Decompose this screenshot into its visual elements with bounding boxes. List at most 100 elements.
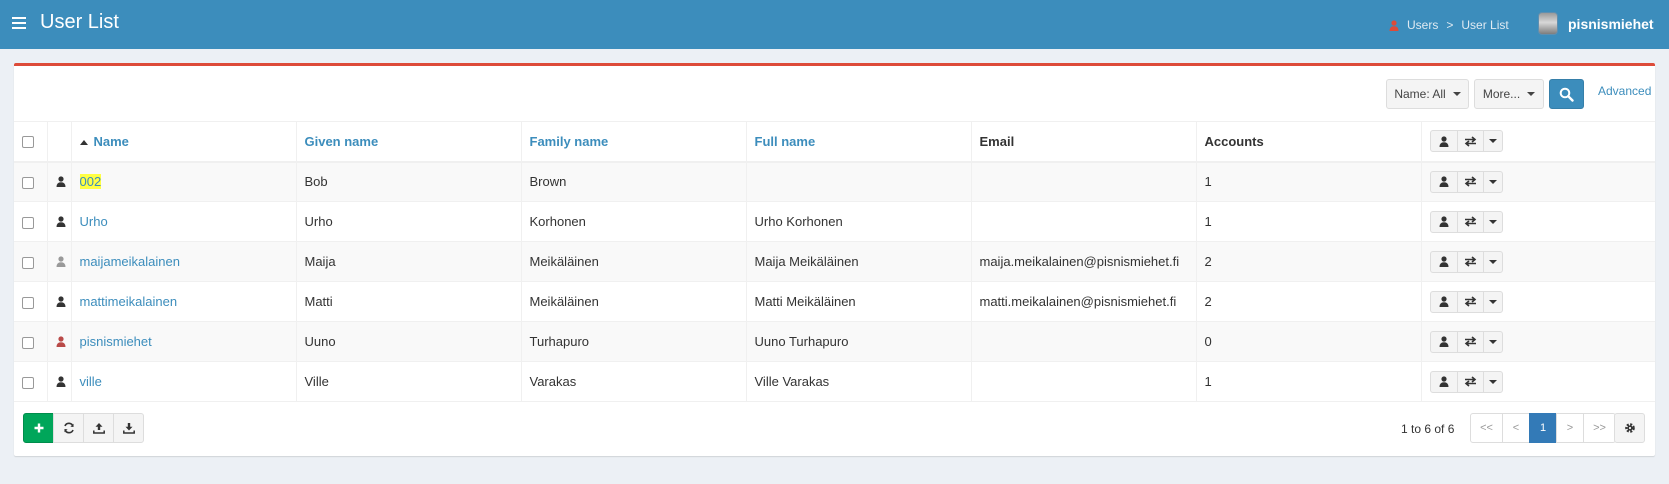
user-name-link[interactable]: Urho — [80, 214, 108, 229]
cell-accounts: 1 — [1195, 201, 1421, 242]
row-toggle-button[interactable] — [1456, 291, 1483, 312]
search-button[interactable] — [1549, 79, 1584, 109]
row-user-button[interactable] — [1431, 172, 1457, 192]
user-name-link[interactable]: pisnismiehet — [80, 334, 152, 349]
pagination-last[interactable]: >> — [1583, 413, 1616, 443]
chevron-down-icon — [1488, 139, 1497, 144]
column-header-accounts: Accounts — [1195, 121, 1421, 163]
table-row: maijameikalainen Maija Meikäläinen Maija Me… — [14, 241, 1655, 282]
user-list-box: Name: All More... Advanced Name Given na… — [14, 63, 1655, 456]
select-all-cell — [14, 121, 47, 163]
row-checkbox[interactable] — [22, 336, 34, 349]
pagination-page-1[interactable]: 1 — [1529, 413, 1557, 443]
name-filter-dropdown[interactable]: Name: All — [1386, 79, 1469, 109]
row-actions-dropdown[interactable] — [1482, 291, 1502, 312]
chevron-down-icon — [1488, 179, 1497, 184]
chevron-down-icon — [1452, 92, 1461, 96]
advanced-search-link[interactable]: Advanced — [1598, 84, 1651, 98]
row-actions-group — [1429, 170, 1503, 193]
cell-name: ville — [70, 361, 296, 402]
bulk-toggle-button[interactable] — [1456, 131, 1483, 152]
row-toggle-button[interactable] — [1456, 171, 1483, 192]
user-status-icon — [56, 335, 66, 350]
user-icon — [1389, 19, 1399, 31]
row-actions-cell — [1420, 361, 1655, 402]
table-row: ville Ville Varakas Ville Varakas 1 — [14, 361, 1655, 402]
user-table: Name Given name Family name Full name Em… — [14, 121, 1655, 402]
row-actions-cell — [1420, 241, 1655, 282]
icon-column-header — [46, 121, 71, 163]
cell-given-name: Urho — [295, 201, 521, 242]
pagination-first[interactable]: << — [1470, 413, 1503, 443]
upload-button[interactable] — [83, 413, 114, 443]
column-header-full-name[interactable]: Full name — [745, 121, 971, 163]
row-select-cell — [14, 282, 47, 322]
table-settings-button[interactable] — [1614, 413, 1645, 443]
breadcrumb-current: User List — [1461, 18, 1509, 32]
cell-accounts: 2 — [1195, 281, 1421, 322]
row-actions-dropdown[interactable] — [1482, 171, 1502, 192]
pagination-next[interactable]: > — [1556, 413, 1584, 443]
row-checkbox[interactable] — [22, 176, 34, 189]
row-actions-dropdown[interactable] — [1482, 371, 1502, 392]
pagination-prev[interactable]: < — [1502, 413, 1530, 443]
row-actions-dropdown[interactable] — [1482, 251, 1502, 272]
user-name: pisnismiehet — [1568, 15, 1654, 32]
row-user-button[interactable] — [1431, 212, 1457, 232]
column-header-email: Email — [970, 121, 1196, 163]
user-name-link[interactable]: 002 — [79, 174, 102, 190]
user-icon — [56, 215, 65, 227]
user-status-icon — [56, 295, 66, 310]
refresh-button[interactable] — [53, 413, 84, 443]
chevron-down-icon — [1527, 92, 1536, 96]
bulk-actions-dropdown[interactable] — [1482, 131, 1502, 152]
table-row: mattimeikalainen Matti Meikäläinen Matti Me… — [14, 281, 1655, 322]
download-button[interactable] — [113, 413, 144, 443]
row-actions-group — [1429, 290, 1503, 313]
more-filters-dropdown[interactable]: More... — [1474, 79, 1544, 109]
user-name-link[interactable]: maijameikalainen — [80, 254, 180, 269]
exchange-icon — [1464, 256, 1476, 267]
row-checkbox[interactable] — [22, 376, 34, 389]
row-toggle-button[interactable] — [1456, 211, 1483, 232]
row-user-button[interactable] — [1431, 252, 1457, 272]
hamburger-icon[interactable] — [12, 17, 26, 29]
gear-icon — [1624, 423, 1635, 433]
column-header-family-name[interactable]: Family name — [520, 121, 746, 163]
user-name-link[interactable]: ville — [80, 374, 102, 389]
row-actions-dropdown[interactable] — [1482, 211, 1502, 232]
user-icon — [1439, 376, 1448, 387]
breadcrumb-users-link[interactable]: Users — [1407, 18, 1438, 32]
cell-given-name: Matti — [295, 281, 521, 322]
row-select-cell — [14, 322, 47, 362]
select-all-checkbox[interactable] — [22, 136, 34, 149]
row-user-button[interactable] — [1431, 372, 1457, 392]
cell-given-name: Uuno — [295, 321, 521, 362]
chevron-down-icon — [1488, 259, 1497, 264]
column-header-given-name[interactable]: Given name — [295, 121, 521, 163]
user-menu[interactable]: pisnismiehet — [1538, 12, 1654, 35]
table-row: pisnismiehet Uuno Turhapuro Uuno Turhapuro 0 — [14, 321, 1655, 362]
avatar — [1538, 12, 1558, 35]
row-user-button[interactable] — [1431, 292, 1457, 312]
row-toggle-button[interactable] — [1456, 251, 1483, 272]
row-checkbox[interactable] — [22, 296, 34, 309]
cell-email: maija.meikalainen@pisnismiehet.fi — [970, 241, 1196, 282]
row-checkbox[interactable] — [22, 216, 34, 229]
row-checkbox[interactable] — [22, 256, 34, 269]
row-user-button[interactable] — [1431, 332, 1457, 352]
row-actions-group — [1429, 370, 1503, 393]
bulk-user-button[interactable] — [1431, 131, 1457, 151]
row-select-cell — [14, 202, 47, 242]
user-name-link[interactable]: mattimeikalainen — [80, 294, 178, 309]
add-user-button[interactable] — [23, 413, 54, 443]
cell-full-name: Matti Meikäläinen — [745, 281, 971, 322]
row-actions-dropdown[interactable] — [1482, 331, 1502, 352]
user-icon — [1439, 256, 1448, 267]
column-header-name[interactable]: Name — [70, 121, 296, 163]
sort-ascending-icon — [79, 139, 88, 145]
row-toggle-button[interactable] — [1456, 331, 1483, 352]
exchange-icon — [1464, 136, 1476, 147]
column-header-name-label: Name — [93, 133, 129, 149]
row-toggle-button[interactable] — [1456, 371, 1483, 392]
